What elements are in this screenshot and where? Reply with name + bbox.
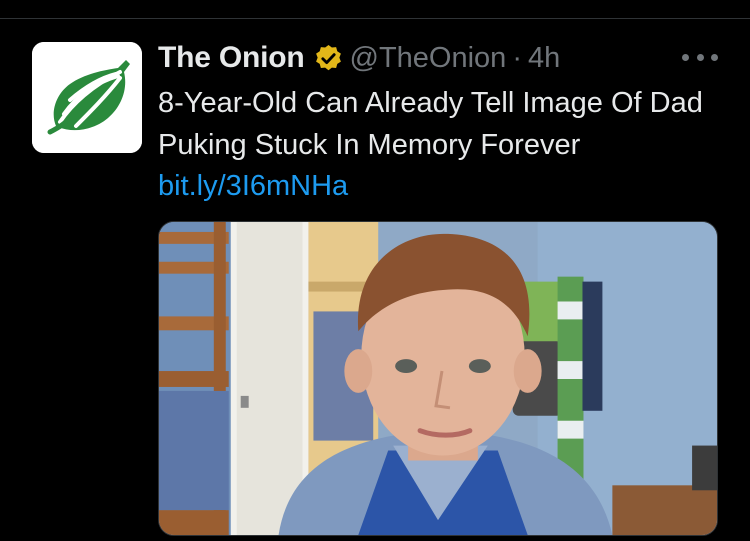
dot [711,53,718,61]
dot [696,53,704,61]
avatar[interactable] [32,42,142,153]
tweet-header: The Onion @TheOnion · 4h [158,38,560,78]
top-divider [0,0,750,19]
timestamp[interactable]: 4h [528,42,560,75]
tweet-link[interactable]: bit.ly/3I6mNHa [158,167,348,205]
tweet-text: 8-Year-Old Can Already Tell Image Of Dad… [158,87,703,161]
display-name[interactable]: The Onion [158,41,305,75]
handle[interactable]: @TheOnion [350,42,507,75]
tweet-image[interactable] [158,221,718,536]
verified-badge-icon [313,43,344,74]
photo-boy-bedroom [159,222,717,535]
separator: · [512,41,522,74]
dot [682,53,689,61]
more-dots-icon[interactable] [680,45,720,69]
onion-logo-icon [32,42,142,153]
